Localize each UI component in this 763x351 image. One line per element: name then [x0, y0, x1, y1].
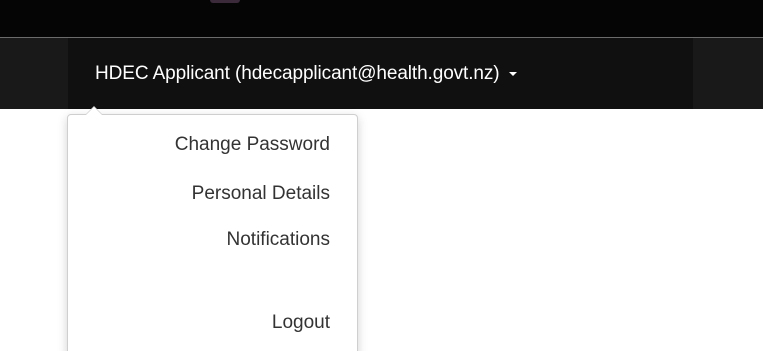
user-label: HDEC Applicant (hdecapplicant@health.gov… [95, 62, 500, 84]
menu-item-notifications[interactable]: Notifications [227, 229, 331, 251]
user-dropdown-menu: Change Password Personal Details Notific… [67, 106, 358, 351]
user-dropdown-toggle[interactable]: HDEC Applicant (hdecapplicant@health.gov… [68, 38, 693, 109]
menu-item-change-password[interactable]: Change Password [175, 134, 330, 156]
caret-down-icon [508, 71, 517, 76]
top-accent [210, 0, 240, 3]
top-strip [0, 0, 763, 37]
menu-item-personal-details[interactable]: Personal Details [192, 183, 330, 205]
navbar: HDEC Applicant (hdecapplicant@health.gov… [0, 38, 763, 109]
dropdown-pointer [85, 106, 103, 115]
page: HDEC Applicant (hdecapplicant@health.gov… [0, 0, 763, 351]
menu-item-logout[interactable]: Logout [272, 312, 330, 334]
